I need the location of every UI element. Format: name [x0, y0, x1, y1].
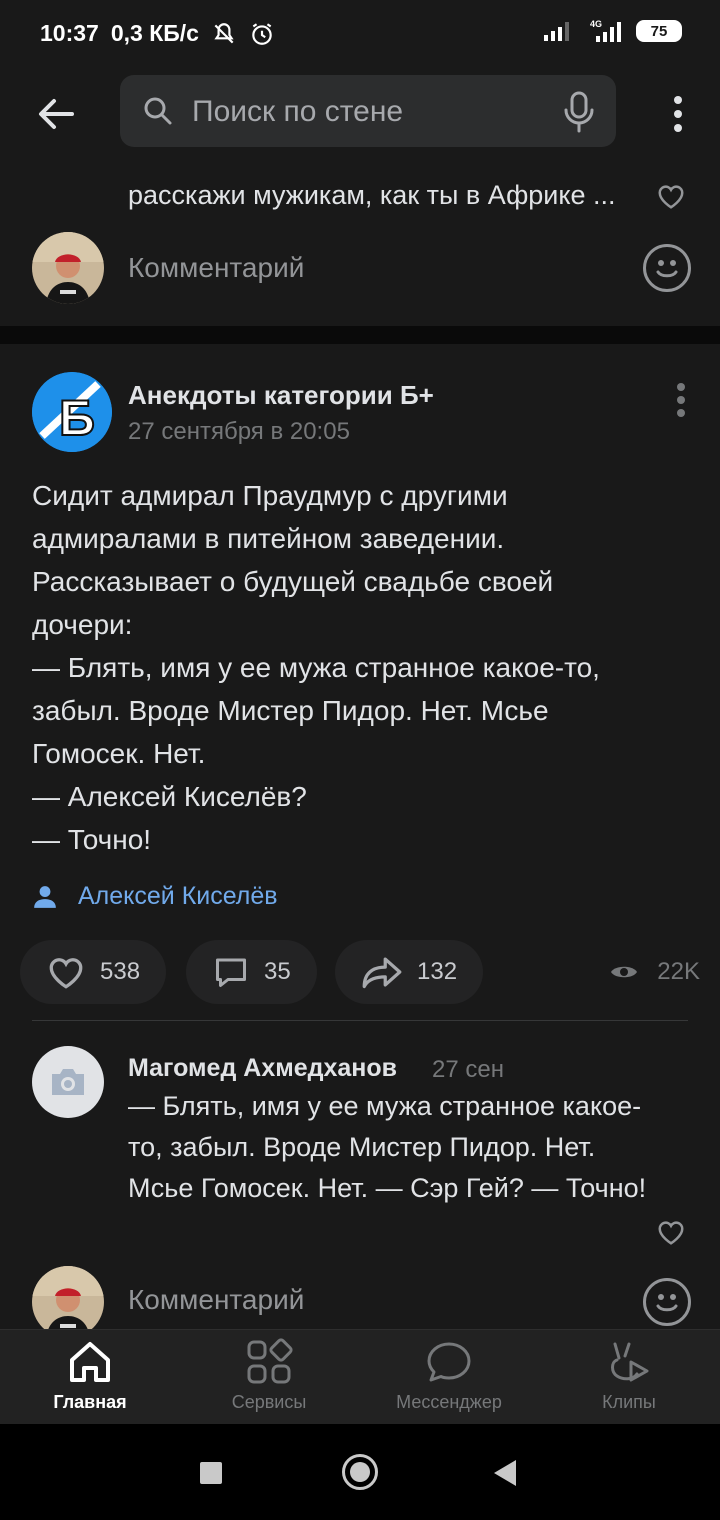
tab-services-label: Сервисы [231, 1392, 307, 1412]
comment-text: — Блять, имя у ее мужа странное какое-то… [128, 1091, 647, 1203]
user-icon [34, 885, 56, 908]
post-date: 27 сентября в 20:05 [128, 418, 350, 445]
app-header: Поиск по стене [0, 70, 720, 166]
comment-date: 27 сен [432, 1056, 504, 1083]
mentioned-user-name: Алексей Киселёв [78, 882, 278, 910]
share-button[interactable]: 132 [335, 940, 484, 1004]
post-text: Сидит адмирал Праудмур с другими адмирал… [32, 480, 600, 855]
group-avatar[interactable]: Б [32, 372, 112, 452]
comment-like-icon[interactable] [656, 182, 686, 210]
mentioned-user[interactable]: Алексей Киселёв [32, 882, 278, 911]
group-avatar-letter: Б [59, 390, 95, 446]
views-count: 22K [657, 958, 700, 985]
system-navigation-bar [0, 1424, 720, 1520]
battery-indicator: 75 [636, 20, 682, 42]
messenger-icon [427, 1342, 471, 1382]
comment-icon [216, 958, 246, 987]
services-icon [247, 1338, 293, 1384]
comments-button[interactable]: 35 [186, 940, 317, 1004]
status-bar: 10:37 0,3 КБ/с 4G 75 [0, 0, 720, 70]
tab-clips[interactable]: Клипы [549, 1338, 709, 1413]
search-input[interactable]: Поиск по стене [120, 75, 616, 147]
bottom-tab-bar: Главная Сервисы Мессенджер Клипы [0, 1329, 720, 1424]
user-avatar [32, 232, 104, 304]
signal-icon [544, 22, 569, 41]
tab-home[interactable]: Главная [10, 1338, 170, 1413]
tab-home-label: Главная [53, 1392, 127, 1412]
emoji-smile-icon[interactable] [643, 1278, 691, 1326]
tab-messenger-label: Мессенджер [396, 1392, 502, 1412]
commenter-avatar[interactable] [32, 1046, 104, 1118]
tab-messenger[interactable]: Мессенджер [369, 1338, 529, 1413]
views-counter: 22K [609, 958, 700, 986]
group-name[interactable]: Анекдоты категории Б+ [128, 380, 434, 411]
clips-icon [611, 1342, 649, 1382]
comment-like-icon[interactable] [656, 1218, 686, 1246]
back-arrow-icon[interactable] [30, 88, 82, 140]
heart-icon [49, 958, 83, 989]
comment-author[interactable]: Магомед Ахмедханов [128, 1054, 397, 1083]
previous-comment-section: расскажи мужикам, как ты в Африке ... Ко… [0, 166, 720, 326]
shares-count: 132 [417, 958, 458, 985]
status-time: 10:37 [40, 20, 99, 46]
back-triangle-icon[interactable] [494, 1460, 516, 1486]
tab-clips-label: Клипы [602, 1392, 656, 1412]
tab-services[interactable]: Сервисы [189, 1338, 349, 1413]
like-button[interactable]: 538 [20, 940, 167, 1004]
previous-comment-text: расскажи мужикам, как ты в Африке ... [128, 180, 616, 210]
svg-text:4G: 4G [590, 19, 602, 29]
comment-input[interactable]: Комментарий [128, 1284, 304, 1316]
more-vertical-icon[interactable] [672, 94, 684, 134]
status-speed: 0,3 КБ/с [110, 20, 199, 46]
comments-count: 35 [264, 958, 291, 985]
eye-icon [611, 966, 638, 978]
microphone-icon[interactable] [562, 91, 596, 133]
alarm-icon [252, 22, 272, 45]
likes-count: 538 [100, 958, 141, 985]
search-placeholder: Поиск по стене [192, 95, 404, 128]
share-icon [362, 957, 402, 989]
mute-icon [214, 22, 234, 43]
post-menu-icon[interactable] [676, 382, 686, 418]
emoji-smile-icon[interactable] [643, 244, 691, 292]
home-circle-icon[interactable] [342, 1454, 378, 1490]
search-icon [144, 97, 172, 125]
recent-apps-icon[interactable] [200, 1462, 222, 1484]
home-icon [70, 1342, 110, 1382]
camera-icon [52, 1069, 84, 1095]
comments-divider [32, 1020, 688, 1021]
user-avatar [32, 1266, 104, 1338]
comment-input[interactable]: Комментарий [128, 252, 304, 284]
post-separator [0, 326, 720, 344]
wall-post: Б Анекдоты категории Б+ 27 сентября в 20… [0, 344, 720, 1338]
signal-4g-icon: 4G [590, 19, 621, 42]
